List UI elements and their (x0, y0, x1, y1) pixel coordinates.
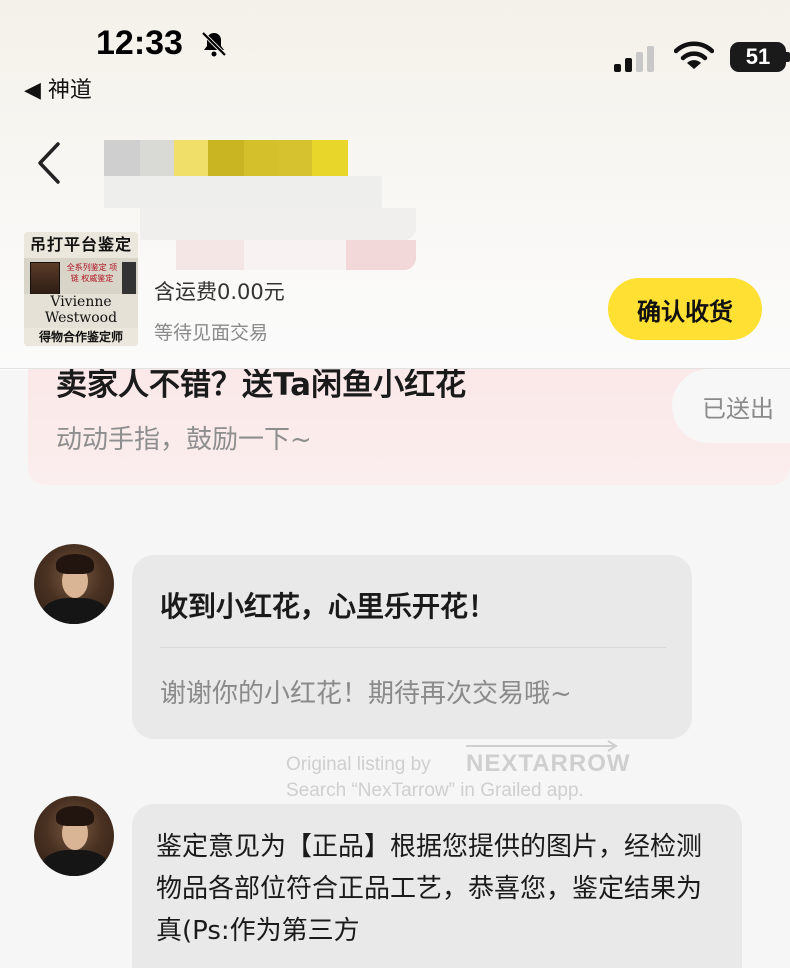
thumb-bottom-text: 得物合作鉴定师 (24, 328, 138, 346)
message-text: 谢谢你的小红花！期待再次交易哦~ (160, 679, 572, 709)
avatar[interactable] (34, 544, 114, 624)
shipping-fee: 含运费0.00元 (154, 280, 285, 304)
product-thumbnail[interactable]: 吊打平台鉴定 全系列鉴定 项链 权威鉴定 Vivienne Westwood 得… (24, 232, 138, 346)
message-divider (160, 647, 666, 648)
message-text: 鉴定意见为【正品】根据您提供的图片，经检测物品各部位符合正品工艺，恭喜您，鉴定结… (156, 832, 703, 946)
confirm-receipt-button[interactable]: 确认收货 (608, 278, 762, 340)
flower-card: 卖家人不错？送Ta闲鱼小红花 动动手指，鼓励一下~ 已送出 (28, 369, 790, 485)
watermark-line1: Original listing by (286, 754, 431, 775)
signal-icon (614, 46, 654, 72)
chevron-left-icon[interactable] (34, 140, 64, 186)
thumb-small-text: 全系列鉴定 项链 权威鉴定 (66, 263, 118, 283)
trade-status: 等待见面交易 (154, 322, 269, 344)
message-bubble: 收到小红花，心里乐开花！ 谢谢你的小红花！期待再次交易哦~ (132, 555, 692, 739)
message-bubble: 鉴定意见为【正品】根据您提供的图片，经检测物品各部位符合正品工艺，恭喜您，鉴定结… (132, 804, 742, 968)
status-time: 12:33 (96, 24, 183, 62)
sent-button[interactable]: 已送出 (672, 369, 790, 443)
avatar[interactable] (34, 796, 114, 876)
watermark-brand: NEXTARROW (466, 750, 631, 777)
thumb-side-block (122, 262, 136, 296)
battery-indicator: 51 (730, 42, 790, 72)
bell-slash-icon (201, 31, 227, 57)
thumb-brand: Vivienne Westwood (24, 294, 138, 328)
thumb-brand-line2: Westwood (44, 310, 118, 326)
thumb-brand-line1: Vivienne (50, 294, 112, 310)
flower-card-title: 卖家人不错？送Ta闲鱼小红花 (56, 369, 467, 403)
watermark-line2: Search “NexTarrow” in Grailed app. (286, 780, 584, 801)
wifi-icon (674, 41, 714, 69)
thumb-top-text: 吊打平台鉴定 (24, 232, 138, 258)
back-to-app-link[interactable]: ◀ 神道 (24, 72, 92, 104)
portrait-image (30, 262, 60, 296)
message-title: 收到小红花，心里乐开花！ (160, 590, 497, 623)
flower-card-subtitle: 动动手指，鼓励一下~ (56, 425, 312, 455)
